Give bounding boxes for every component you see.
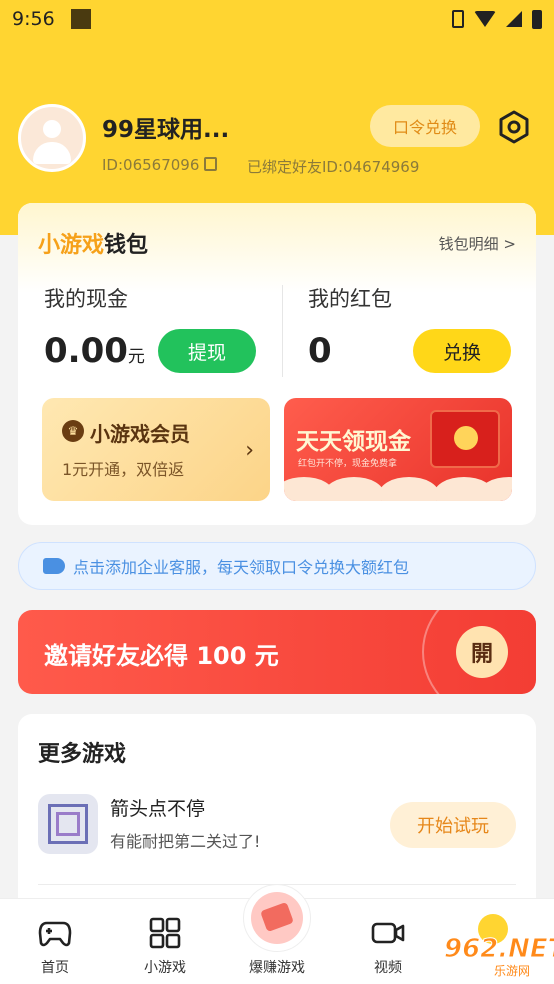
video-icon [371,922,405,944]
game-name[interactable]: 箭头点不停 [110,794,205,821]
game-description: 有能耐把第二关过了! [110,832,261,851]
watermark-subtext: 乐游网 [494,964,531,978]
battery-icon [532,9,542,29]
status-time: 9:56 [12,8,55,30]
cloud-decoration [379,477,439,501]
vip-card[interactable]: ♛ 小游戏会员 1元开通，双倍返 › [42,398,270,501]
nav-label-home: 首页 [41,960,69,976]
notice-text: 点击添加企业客服，每天领取口令兑换大额红包 [73,558,410,577]
grid-icon [149,917,181,949]
copy-icon[interactable] [204,157,217,171]
notification-icon [70,9,91,29]
wifi-icon [474,11,496,27]
red-envelope-icon [430,410,500,468]
avatar[interactable] [18,104,86,172]
more-games-title: 更多游戏 [38,742,127,767]
nav-item-minigames[interactable]: 小游戏 [110,899,220,984]
game-maze-icon[interactable] [38,794,98,854]
wallet-divider [282,285,283,377]
user-id: ID:06567096 [102,156,200,174]
site-watermark: 962.NET 乐游网 [420,914,554,978]
wallet-detail-link[interactable]: 钱包明细 > [439,233,516,254]
avatar-head [43,120,61,138]
crown-icon: ♛ [62,420,84,442]
daily-cash-banner[interactable]: 天天领现金 红包开不停，现金免费拿 [284,398,512,501]
invite-friends-banner[interactable]: 邀请好友必得 100 元 開 [18,610,536,694]
nav-item-home[interactable]: 首页 [0,899,110,984]
vip-subtitle: 1元开通，双倍返 [62,460,185,479]
wallet-title: 小游戏钱包 [38,227,148,259]
start-trial-button[interactable]: 开始试玩 [390,802,516,848]
watermark-text: 962.NET [443,934,554,965]
customer-service-notice[interactable]: 点击添加企业客服，每天领取口令兑换大额红包 [18,542,536,590]
gamepad-icon [38,921,72,947]
cloud-decoration [324,477,384,501]
maze-inner [56,812,80,836]
chevron-right-icon: › [245,438,254,463]
coin-icon [454,426,478,450]
redpacket-label: 我的红包 [308,287,392,311]
wallet-card: 小游戏钱包 钱包明细 > 我的现金 我的红包 0.00元 提现 0 兑换 ♛ 小… [18,203,536,525]
avatar-body [33,142,71,164]
vip-title: 小游戏会员 [90,422,190,446]
wallet-title-highlight: 小游戏 [38,233,105,258]
vibrate-icon [452,10,464,28]
cash-value: 0.00元 [44,331,145,371]
nav-label-minigames: 小游戏 [144,960,186,976]
cash-unit: 元 [127,347,145,367]
withdraw-button[interactable]: 提现 [158,329,256,373]
status-bar: 9:56 [0,0,554,38]
redpacket-value: 0 [308,331,332,371]
open-button[interactable]: 開 [456,626,508,678]
cash-amount: 0.00 [44,331,128,371]
daily-cash-title: 天天领现金 [296,429,411,455]
cash-label: 我的现金 [44,287,128,311]
wallet-title-rest: 钱包 [104,233,149,258]
signal-icon [506,11,522,27]
megaphone-icon [43,558,65,574]
bound-friend-id: 已绑定好友ID:04674969 [247,158,420,176]
settings-icon[interactable] [497,110,531,144]
user-nickname[interactable]: 99星球用... [102,110,229,144]
nav-label-earn-games: 爆赚游戏 [249,960,305,976]
command-exchange-button[interactable]: 口令兑换 [370,105,480,147]
invite-text: 邀请好友必得 100 元 [44,642,279,670]
exchange-button[interactable]: 兑换 [413,329,511,373]
daily-cash-subtitle: 红包开不停，现金免费拿 [298,459,398,469]
